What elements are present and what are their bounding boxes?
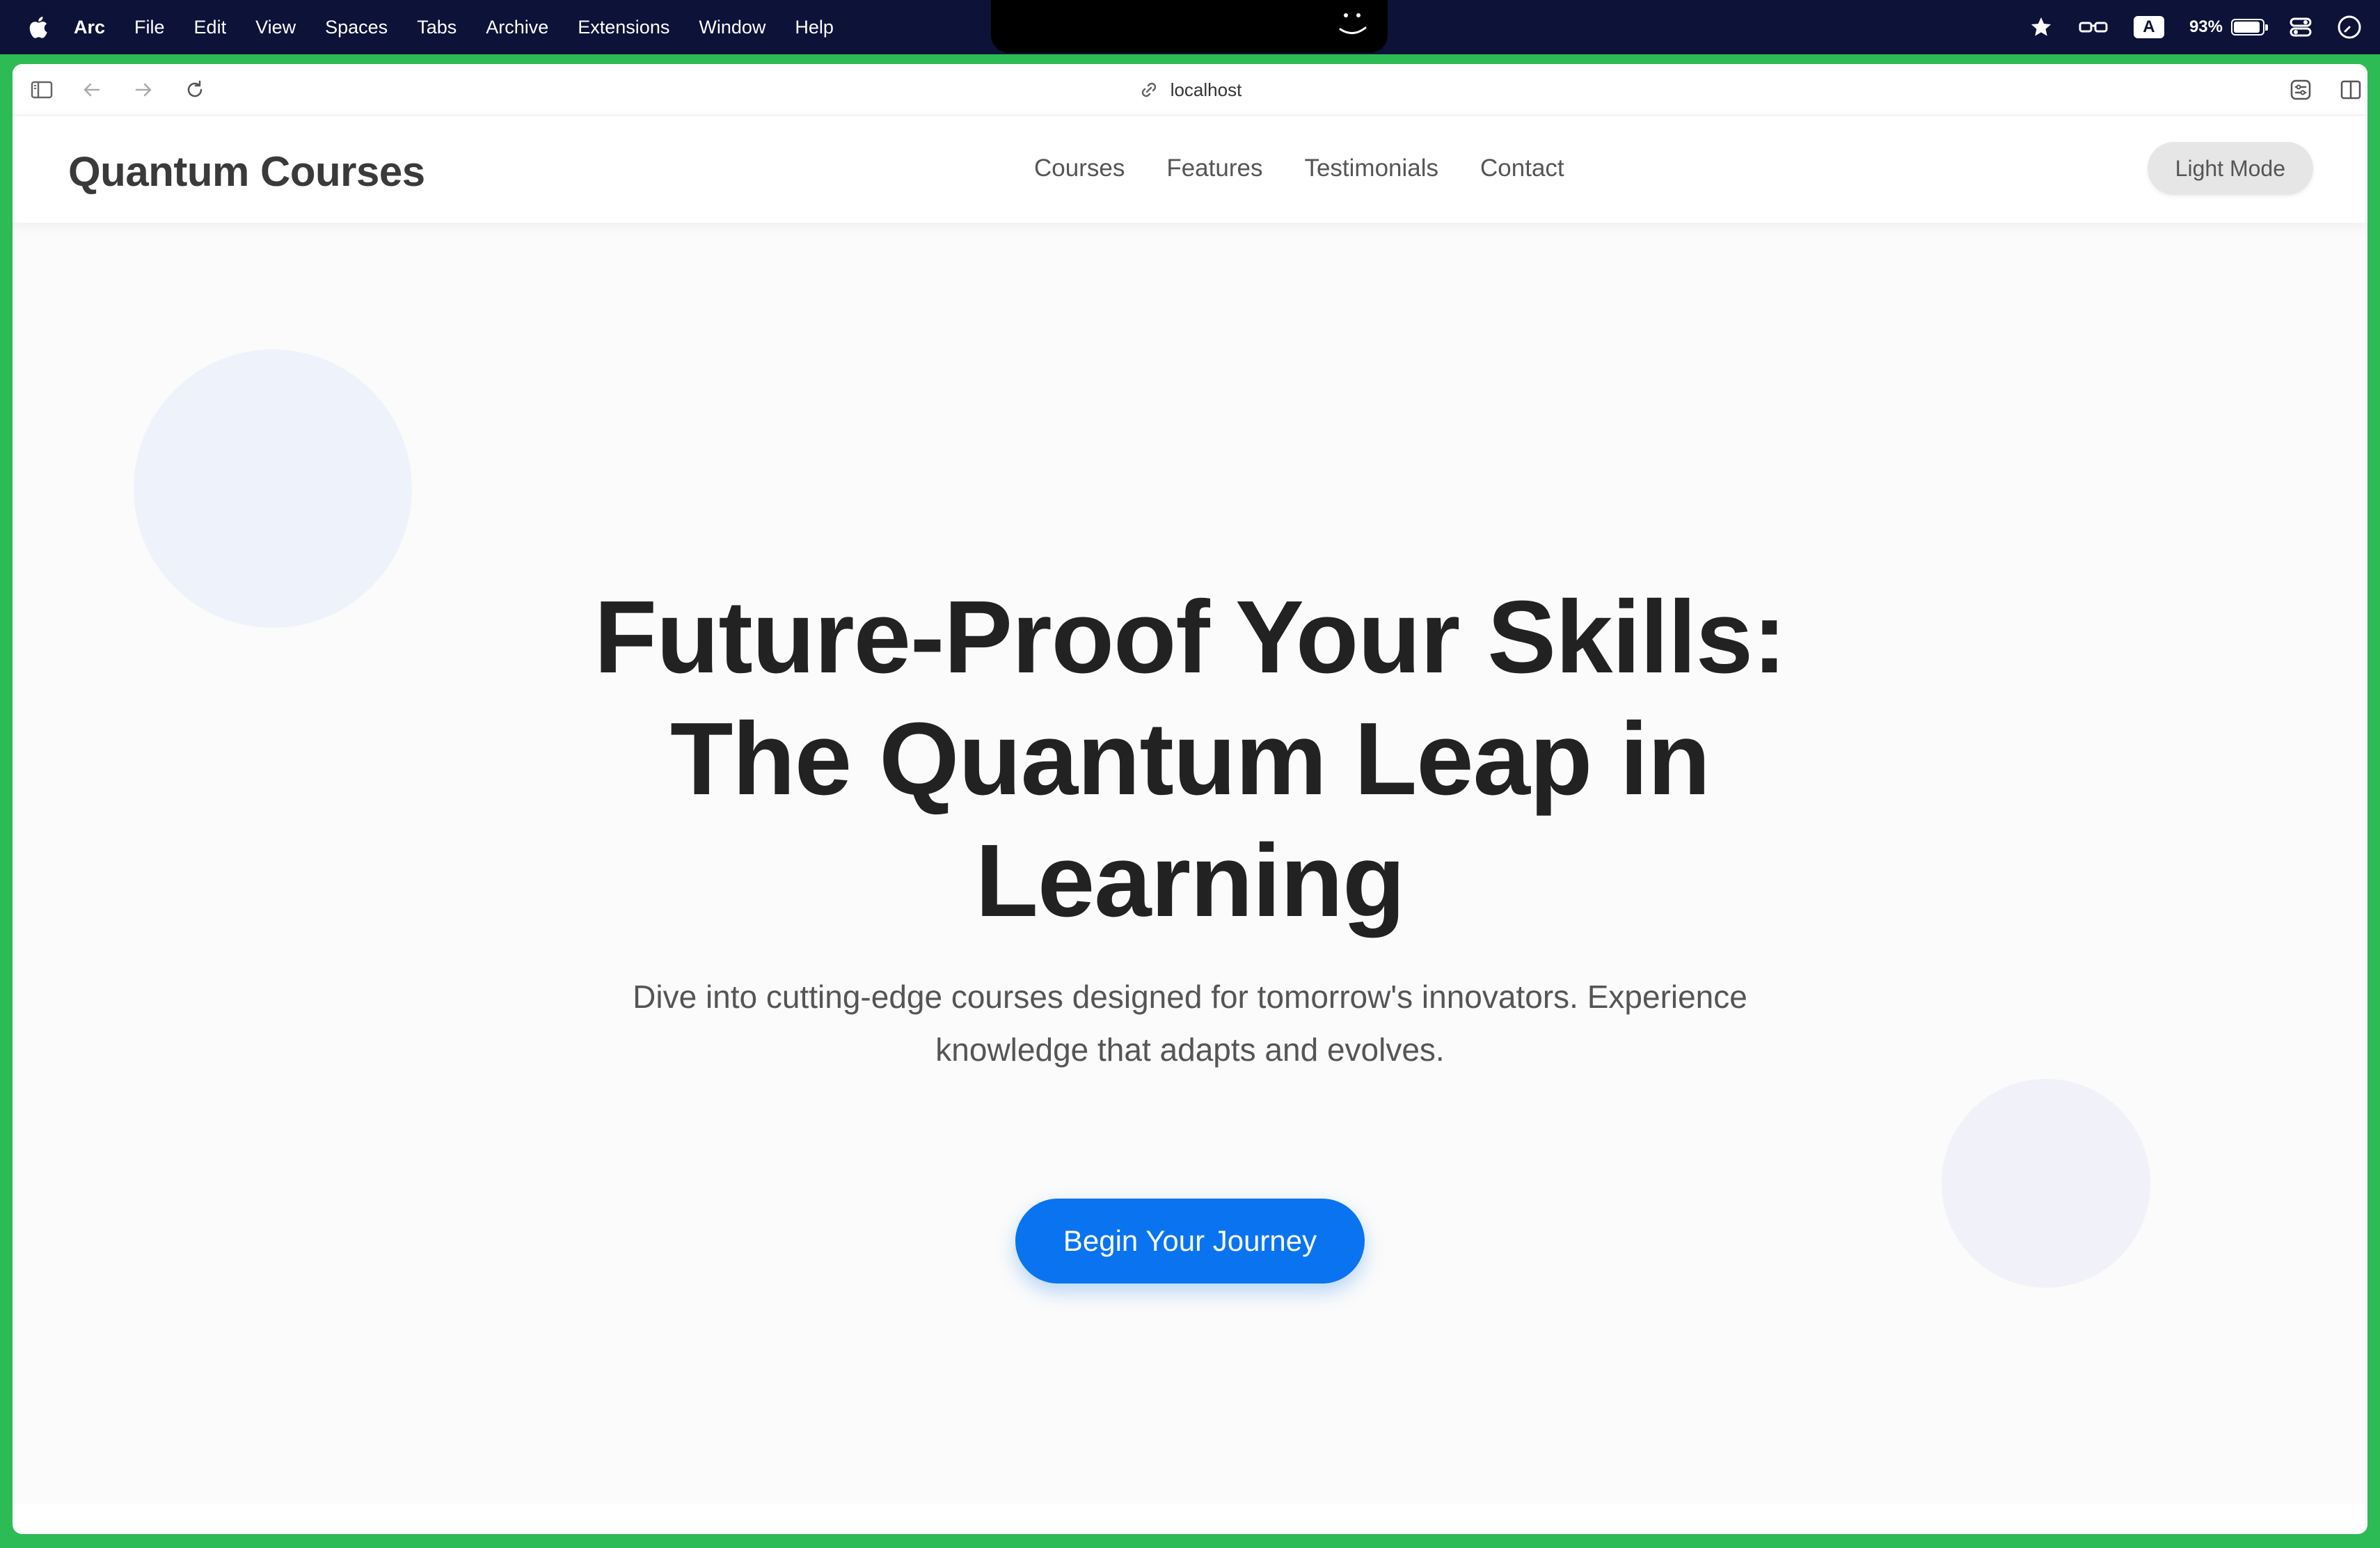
menu-file[interactable]: File	[134, 17, 165, 38]
split-view-icon[interactable]	[2338, 77, 2363, 102]
site-logo[interactable]: Quantum Courses	[68, 148, 425, 196]
nav-features[interactable]: Features	[1166, 155, 1262, 182]
battery-percent: 93%	[2189, 17, 2223, 36]
address-bar: localhost	[13, 64, 2367, 116]
page-bottom-edge	[13, 1503, 2367, 1534]
menu-bar: Arc File Edit View Spaces Tabs Archive E…	[0, 0, 2380, 54]
site-header: Quantum Courses Courses Features Testimo…	[13, 116, 2367, 223]
menu-spaces[interactable]: Spaces	[325, 17, 388, 38]
back-icon[interactable]	[79, 77, 104, 102]
hero-title-line: Future-Proof Your Skills:	[594, 580, 1787, 695]
menu-view[interactable]: View	[255, 17, 296, 38]
menu-edit[interactable]: Edit	[194, 17, 227, 38]
sidebar-toggle-icon[interactable]	[29, 77, 54, 102]
hero-section: Future-Proof Your Skills: The Quantum Le…	[13, 223, 2367, 1534]
extensions-icon[interactable]	[2288, 77, 2313, 102]
battery-fill	[2234, 22, 2260, 33]
hero-title-line: The Quantum Leap in	[670, 702, 1711, 816]
input-source-badge[interactable]: A	[2133, 16, 2164, 38]
menu-app-name[interactable]: Arc	[74, 17, 105, 38]
forward-icon[interactable]	[131, 77, 156, 102]
site-nav: Courses Features Testimonials Contact	[1034, 155, 1606, 182]
browser-window: localhost Quantum Courses Courses Featur…	[13, 64, 2367, 1534]
control-center-icon[interactable]	[2290, 16, 2312, 38]
browser-toolbar: localhost	[13, 64, 2367, 116]
status-area: A 93%	[2004, 0, 2362, 54]
link-icon	[1141, 82, 1156, 97]
clock-icon[interactable]	[2337, 15, 2362, 40]
menu-extensions[interactable]: Extensions	[578, 17, 669, 38]
hero-title: Future-Proof Your Skills: The Quantum Le…	[13, 576, 2367, 942]
reload-icon[interactable]	[182, 77, 207, 102]
begin-journey-button[interactable]: Begin Your Journey	[1015, 1199, 1365, 1284]
menu-window[interactable]: Window	[699, 17, 765, 38]
decorative-circle	[1942, 1079, 2150, 1288]
menu-tabs[interactable]: Tabs	[417, 17, 457, 38]
nav-contact[interactable]: Contact	[1480, 155, 1564, 182]
menu-help[interactable]: Help	[795, 17, 834, 38]
hero-subtitle: Dive into cutting-edge courses designed …	[633, 979, 1747, 1068]
glasses-icon[interactable]	[2078, 17, 2109, 38]
battery-icon[interactable]	[2231, 19, 2268, 35]
star-icon[interactable]	[2029, 15, 2053, 39]
apple-icon[interactable]	[26, 15, 49, 40]
hero-title-line: Learning	[975, 823, 1406, 938]
camera-notch	[991, 0, 1388, 53]
theme-toggle-button[interactable]: Light Mode	[2147, 142, 2313, 195]
face-icon	[1339, 13, 1367, 34]
menu-archive[interactable]: Archive	[486, 17, 548, 38]
nav-testimonials[interactable]: Testimonials	[1304, 155, 1438, 182]
url-text[interactable]: localhost	[1171, 79, 1242, 101]
nav-courses[interactable]: Courses	[1034, 155, 1125, 182]
